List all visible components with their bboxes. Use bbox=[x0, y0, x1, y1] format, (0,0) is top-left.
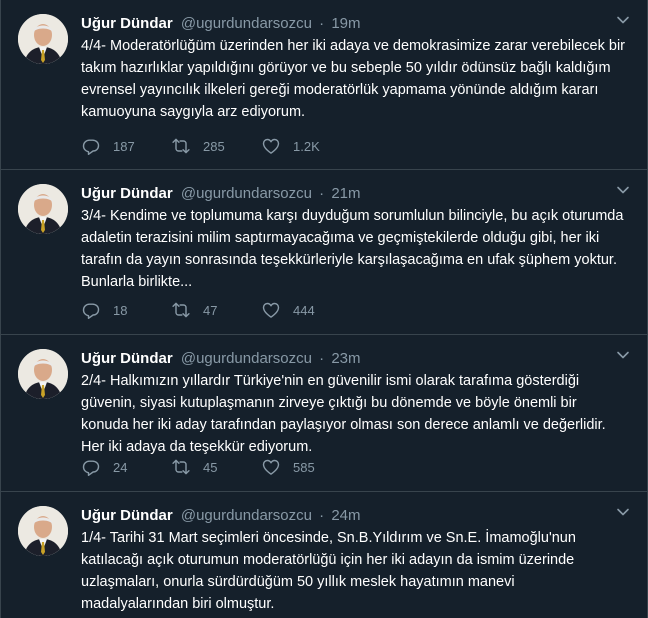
retweet-icon bbox=[172, 302, 190, 318]
tweet-timestamp[interactable]: 23m bbox=[331, 350, 360, 367]
like-button[interactable]: 1.2K bbox=[261, 136, 351, 156]
tweet-feed: Uğur Dündar @ugurdundarsozcu · 19m 4/4- … bbox=[0, 0, 648, 618]
reply-button[interactable]: 18 bbox=[81, 300, 171, 320]
display-name[interactable]: Uğur Dündar bbox=[81, 15, 173, 32]
tweet-text: 4/4- Moderatörlüğüm üzerinden her iki ad… bbox=[81, 38, 625, 120]
user-handle[interactable]: @ugurdundarsozcu bbox=[181, 185, 312, 202]
like-button[interactable]: 444 bbox=[261, 300, 351, 320]
avatar[interactable] bbox=[18, 506, 68, 556]
retweet-icon bbox=[172, 459, 190, 475]
reply-icon bbox=[82, 139, 100, 156]
chevron-down-icon[interactable] bbox=[615, 504, 631, 520]
display-name[interactable]: Uğur Dündar bbox=[81, 507, 173, 524]
tweet-header: Uğur Dündar @ugurdundarsozcu · 24m bbox=[81, 506, 625, 526]
tweet-card[interactable]: Uğur Dündar @ugurdundarsozcu · 23m 2/4- … bbox=[1, 335, 647, 492]
user-handle[interactable]: @ugurdundarsozcu bbox=[181, 15, 312, 32]
like-button[interactable]: 585 bbox=[261, 457, 351, 477]
tweet-card[interactable]: Uğur Dündar @ugurdundarsozcu · 19m 4/4- … bbox=[1, 0, 647, 170]
tweet-timestamp[interactable]: 24m bbox=[331, 507, 360, 524]
separator-dot: · bbox=[319, 185, 325, 202]
display-name[interactable]: Uğur Dündar bbox=[81, 185, 173, 202]
tweet-actions: 18 47 444 bbox=[81, 300, 351, 320]
retweet-button[interactable]: 47 bbox=[171, 300, 261, 320]
chevron-down-icon[interactable] bbox=[615, 347, 631, 363]
reply-count: 24 bbox=[113, 459, 128, 475]
reply-icon bbox=[82, 303, 100, 320]
user-handle[interactable]: @ugurdundarsozcu bbox=[181, 350, 312, 367]
tweet-actions: 24 45 585 bbox=[81, 457, 351, 477]
tweet-header: Uğur Dündar @ugurdundarsozcu · 19m bbox=[81, 14, 625, 34]
reply-button[interactable]: 24 bbox=[81, 457, 171, 477]
tweet-header: Uğur Dündar @ugurdundarsozcu · 23m bbox=[81, 349, 625, 369]
tweet-actions: 187 285 1.2K bbox=[81, 136, 351, 156]
heart-icon bbox=[262, 138, 280, 154]
heart-icon bbox=[262, 302, 280, 318]
tweet-header: Uğur Dündar @ugurdundarsozcu · 21m bbox=[81, 184, 625, 204]
retweet-icon bbox=[172, 138, 190, 154]
chevron-down-icon[interactable] bbox=[615, 12, 631, 28]
like-count: 1.2K bbox=[293, 138, 320, 154]
retweet-count: 47 bbox=[203, 302, 218, 318]
tweet-text: 2/4- Halkımızın yıllardır Türkiye'nin en… bbox=[81, 373, 606, 455]
tweet-text: 1/4- Tarihi 31 Mart seçimleri öncesinde,… bbox=[81, 530, 576, 612]
tweet-card[interactable]: Uğur Dündar @ugurdundarsozcu · 21m 3/4- … bbox=[1, 170, 647, 335]
display-name[interactable]: Uğur Dündar bbox=[81, 350, 173, 367]
like-count: 585 bbox=[293, 459, 315, 475]
tweet-timestamp[interactable]: 21m bbox=[331, 185, 360, 202]
reply-button[interactable]: 187 bbox=[81, 136, 171, 156]
separator-dot: · bbox=[319, 507, 325, 524]
separator-dot: · bbox=[319, 350, 325, 367]
user-handle[interactable]: @ugurdundarsozcu bbox=[181, 507, 312, 524]
separator-dot: · bbox=[319, 15, 325, 32]
tweet-card[interactable]: Uğur Dündar @ugurdundarsozcu · 24m 1/4- … bbox=[1, 492, 647, 618]
avatar[interactable] bbox=[18, 184, 68, 234]
avatar[interactable] bbox=[18, 349, 68, 399]
avatar[interactable] bbox=[18, 14, 68, 64]
retweet-count: 45 bbox=[203, 459, 218, 475]
reply-icon bbox=[82, 460, 100, 477]
retweet-count: 285 bbox=[203, 138, 225, 154]
heart-icon bbox=[262, 459, 280, 475]
tweet-text: 3/4- Kendime ve toplumuma karşı duyduğum… bbox=[81, 208, 624, 290]
reply-count: 18 bbox=[113, 302, 128, 318]
chevron-down-icon[interactable] bbox=[615, 182, 631, 198]
tweet-timestamp[interactable]: 19m bbox=[331, 15, 360, 32]
retweet-button[interactable]: 45 bbox=[171, 457, 261, 477]
like-count: 444 bbox=[293, 302, 315, 318]
reply-count: 187 bbox=[113, 138, 135, 154]
retweet-button[interactable]: 285 bbox=[171, 136, 261, 156]
